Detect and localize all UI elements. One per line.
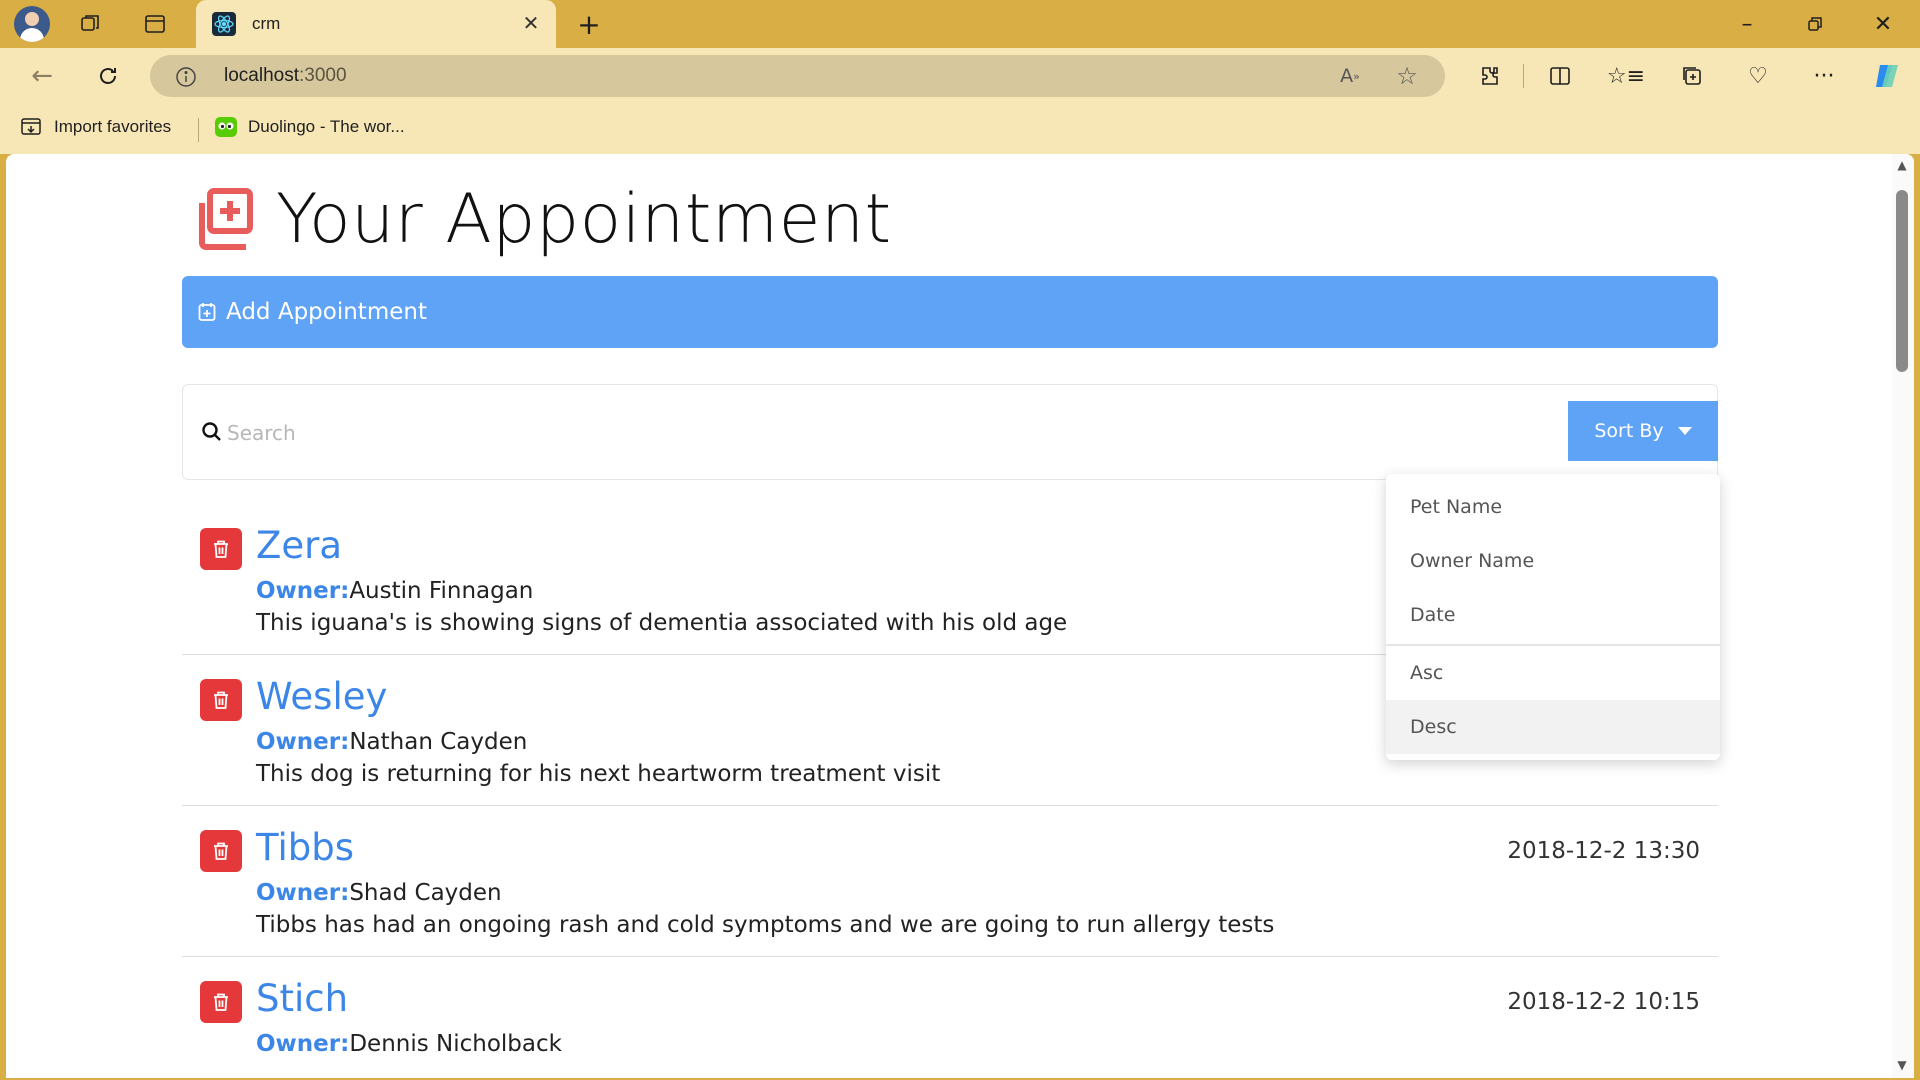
add-to-calendar-icon [190, 187, 254, 251]
close-window-icon[interactable]: ✕ [1868, 10, 1898, 38]
scroll-down-icon[interactable]: ▼ [1895, 1058, 1909, 1072]
delete-appointment-button[interactable] [200, 830, 242, 872]
search-icon [201, 421, 225, 445]
favorite-import[interactable]: Import favorites [20, 116, 171, 138]
trash-icon [214, 842, 228, 860]
appointment-item: Tibbs Owner:Shad Cayden Tibbs has had an… [182, 806, 1718, 957]
url-text: localhost:3000 [224, 65, 347, 86]
split-screen-icon[interactable] [1544, 62, 1576, 90]
browser-toolbar: ← localhost:3000 A» ☆ ☆≡ ♡ ··· [0, 48, 1920, 104]
vertical-tabs-icon[interactable] [140, 10, 170, 38]
sort-option-date[interactable]: Date [1386, 588, 1720, 642]
appointment-item: Stich Owner:Dennis Nicholback 2018-12-2 … [182, 957, 1718, 1078]
sort-by-label: Sort By [1594, 420, 1664, 442]
import-favorites-icon [20, 116, 44, 138]
owner-name: Dennis Nicholback [349, 1031, 562, 1057]
browser-tab-bar: crm ✕ + – ✕ [0, 0, 1920, 48]
copilot-icon[interactable] [1870, 60, 1904, 92]
browser-essentials-icon[interactable]: ♡ [1742, 62, 1774, 90]
favorite-duolingo[interactable]: Duolingo - The wor... [214, 116, 405, 138]
pet-name[interactable]: Zera [256, 524, 342, 567]
add-appointment-button[interactable]: Add Appointment [182, 276, 1718, 348]
trash-icon [214, 691, 228, 709]
duolingo-icon [214, 116, 238, 138]
page-scrollbar[interactable]: ▲ ▼ [1892, 154, 1914, 1078]
trash-icon [214, 540, 228, 558]
more-options-icon[interactable]: ··· [1808, 62, 1840, 90]
favorites-separator [198, 118, 199, 142]
workspaces-icon[interactable] [76, 10, 106, 38]
page-viewport: Your Appointment Add Appointment Sort By… [6, 154, 1914, 1078]
scrollbar-thumb[interactable] [1896, 190, 1908, 372]
tab-title: crm [252, 14, 281, 33]
extensions-icon[interactable] [1474, 62, 1506, 90]
owner-name: Shad Cayden [349, 880, 502, 906]
new-tab-icon[interactable]: + [574, 8, 604, 41]
sort-option-pet-name[interactable]: Pet Name [1386, 480, 1720, 534]
collections-icon[interactable] [1676, 62, 1708, 90]
site-info-icon[interactable] [174, 65, 198, 89]
minimize-icon[interactable]: – [1732, 10, 1762, 38]
address-bar[interactable]: localhost:3000 A» ☆ [150, 55, 1445, 97]
scroll-up-icon[interactable]: ▲ [1895, 158, 1909, 172]
owner-line: Owner:Nathan Cayden [256, 729, 528, 755]
sort-option-asc[interactable]: Asc [1386, 646, 1720, 700]
page-title: Your Appointment [276, 179, 892, 259]
delete-appointment-button[interactable] [200, 981, 242, 1023]
add-appointment-label: Add Appointment [226, 299, 427, 325]
react-favicon-icon [212, 12, 236, 36]
owner-name: Nathan Cayden [349, 729, 528, 755]
trash-icon [214, 993, 228, 1011]
delete-appointment-button[interactable] [200, 528, 242, 570]
owner-line: Owner:Austin Finnagan [256, 578, 534, 604]
profile-avatar[interactable] [14, 6, 50, 42]
appointment-date: 2018-12-2 13:30 [1507, 838, 1700, 864]
calendar-plus-icon [198, 302, 216, 322]
sort-option-owner-name[interactable]: Owner Name [1386, 534, 1720, 588]
read-aloud-icon[interactable]: A» [1335, 63, 1365, 89]
restore-icon[interactable] [1800, 10, 1830, 38]
appointment-notes: This iguana's is showing signs of dement… [256, 610, 1068, 636]
favorite-star-icon[interactable]: ☆ [1392, 62, 1422, 90]
owner-line: Owner:Shad Cayden [256, 880, 502, 906]
tab-crm[interactable]: crm ✕ [196, 0, 556, 48]
caret-down-icon [1677, 427, 1692, 435]
search-panel: Sort By [182, 384, 1718, 480]
favorites-bar: Import favorites Duolingo - The wor... [0, 104, 1920, 154]
owner-line: Owner:Dennis Nicholback [256, 1031, 562, 1057]
search-input[interactable] [227, 411, 1487, 455]
pet-name[interactable]: Wesley [256, 675, 387, 718]
appointment-notes: Tibbs has had an ongoing rash and cold s… [256, 912, 1275, 938]
title-row: Your Appointment [182, 174, 892, 264]
appointment-notes: This dog is returning for his next heart… [256, 761, 941, 787]
owner-name: Austin Finnagan [349, 578, 534, 604]
refresh-icon[interactable] [92, 62, 124, 90]
sort-dropdown-menu: Pet Name Owner Name Date Asc Desc [1386, 474, 1720, 760]
delete-appointment-button[interactable] [200, 679, 242, 721]
sort-by-button[interactable]: Sort By [1568, 401, 1718, 461]
sort-option-desc[interactable]: Desc [1386, 700, 1720, 754]
back-icon[interactable]: ← [26, 61, 58, 91]
favorites-icon[interactable]: ☆≡ [1607, 62, 1645, 90]
pet-name[interactable]: Stich [256, 977, 348, 1020]
appointment-date: 2018-12-2 10:15 [1507, 989, 1700, 1015]
pet-name[interactable]: Tibbs [256, 826, 354, 869]
close-tab-icon[interactable]: ✕ [520, 12, 542, 34]
